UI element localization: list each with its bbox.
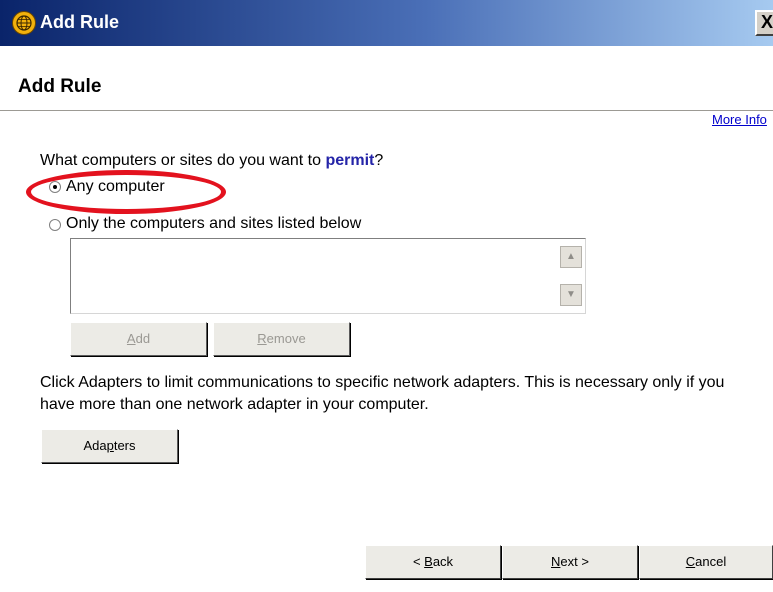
next-mnemonic: N — [551, 554, 561, 569]
close-icon: X — [761, 12, 773, 32]
question-prefix: What computers or sites do you want to — [40, 152, 326, 169]
remove-button[interactable]: Remove — [213, 322, 350, 356]
adapters-mnemonic: p — [106, 438, 114, 453]
next-label-rest: ext > — [560, 554, 589, 569]
highlight-ellipse — [26, 170, 226, 214]
cancel-mnemonic: C — [685, 554, 696, 569]
close-button[interactable]: X — [755, 10, 773, 36]
adapters-label-before: Ada — [83, 438, 107, 453]
add-mnemonic: A — [126, 331, 136, 346]
scroll-down-button[interactable]: ▼ — [560, 284, 582, 306]
cancel-label-rest: ancel — [695, 554, 727, 569]
listed-computers-radio[interactable] — [49, 219, 61, 231]
scroll-up-button[interactable]: ▲ — [560, 246, 582, 268]
add-label-rest: dd — [135, 331, 151, 346]
sites-listbox[interactable] — [70, 238, 586, 314]
listed-computers-label[interactable]: Only the computers and sites listed belo… — [66, 215, 361, 233]
remove-label-rest: emove — [266, 331, 306, 346]
question-suffix: ? — [374, 152, 384, 169]
page-title: Add Rule — [18, 76, 102, 97]
cancel-button[interactable]: Cancel — [639, 545, 773, 579]
window-title: Add Rule — [40, 12, 119, 32]
arrow-down-icon: ▼ — [566, 289, 576, 300]
wizard-header: Add Rule — [0, 46, 773, 110]
globe-icon — [12, 11, 36, 35]
adapters-button[interactable]: Adapters — [41, 429, 178, 463]
next-button[interactable]: Next > — [502, 545, 638, 579]
add-button[interactable]: Add — [70, 322, 207, 356]
remove-mnemonic: R — [257, 331, 267, 346]
adapters-description: Click Adapters to limit communications t… — [40, 374, 725, 413]
title-bar: Add Rule X — [0, 0, 773, 46]
back-prefix: < — [412, 554, 425, 569]
back-mnemonic: B — [424, 554, 433, 569]
question-keyword: permit — [325, 152, 375, 169]
back-button[interactable]: < Back — [365, 545, 501, 579]
adapters-label-after: ters — [113, 438, 136, 453]
arrow-up-icon: ▲ — [566, 251, 576, 262]
more-info-link[interactable]: More Info — [712, 112, 767, 127]
back-label-rest: ack — [432, 554, 454, 569]
permit-question: What computers or sites do you want to p… — [40, 152, 383, 170]
